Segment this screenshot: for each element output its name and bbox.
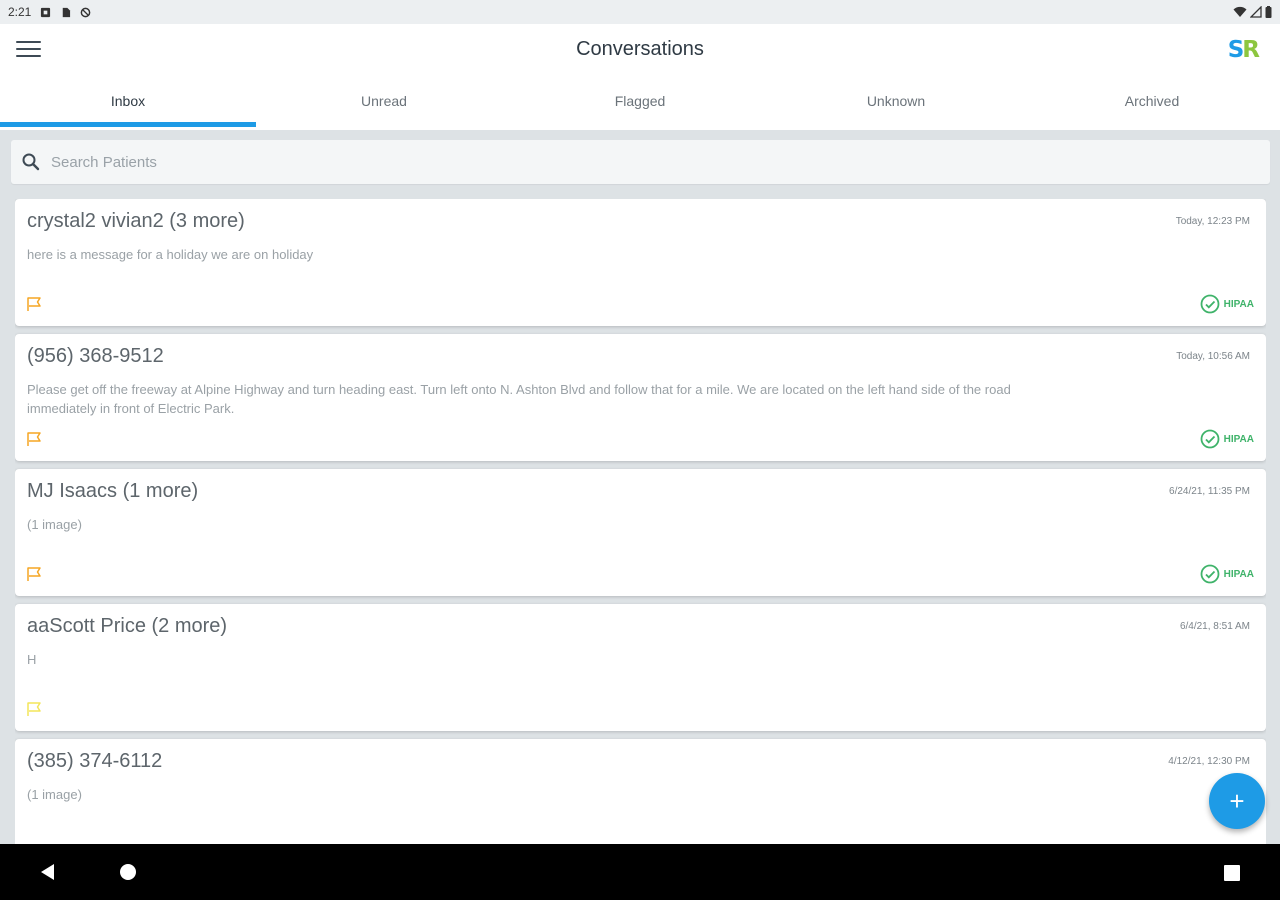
hipaa-badge: HIPAA: [1200, 429, 1254, 449]
search-icon: [22, 153, 40, 171]
conversation-name: (385) 374-6112: [27, 750, 163, 772]
flag-icon[interactable]: [26, 566, 46, 582]
tab-archived[interactable]: Archived: [1024, 76, 1280, 130]
conversation-name: aaScott Price (2 more): [27, 615, 228, 637]
search-bar: [11, 140, 1270, 184]
back-icon[interactable]: [38, 862, 56, 882]
flag-icon[interactable]: [26, 701, 46, 717]
check-circle-icon: [1200, 564, 1220, 584]
app-logo: SR: [1227, 37, 1260, 63]
conversation-list: crystal2 vivian2 (3 more) Today, 12:23 P…: [15, 199, 1266, 844]
conversation-time: 6/24/21, 11:35 PM: [1169, 486, 1250, 497]
hipaa-label: HIPAA: [1223, 568, 1254, 580]
flag-icon[interactable]: [26, 296, 46, 312]
flag-icon[interactable]: [26, 431, 46, 447]
conversation-preview: (1 image): [27, 787, 82, 802]
conversation-time: Today, 10:56 AM: [1176, 351, 1250, 362]
page-title: Conversations: [576, 38, 704, 60]
conversation-name: crystal2 vivian2 (3 more): [27, 210, 245, 232]
hipaa-label: HIPAA: [1223, 433, 1254, 445]
check-circle-icon: [1200, 294, 1220, 314]
battery-icon: [1265, 6, 1272, 18]
system-nav-bar: [0, 844, 1280, 900]
status-bar: 2:21: [0, 0, 1280, 24]
plus-icon: +: [1229, 786, 1245, 816]
notification-icon: [41, 7, 51, 17]
conversation-card[interactable]: MJ Isaacs (1 more) 6/24/21, 11:35 PM (1 …: [15, 469, 1266, 596]
app-bar: Conversations SR: [0, 24, 1280, 76]
conversation-preview: here is a message for a holiday we are o…: [27, 247, 314, 262]
conversation-card[interactable]: crystal2 vivian2 (3 more) Today, 12:23 P…: [15, 199, 1266, 326]
status-time: 2:21: [8, 5, 32, 19]
tab-flagged[interactable]: Flagged: [512, 76, 768, 130]
hipaa-label: HIPAA: [1223, 298, 1254, 310]
conversation-time: 4/12/21, 12:30 PM: [1168, 756, 1250, 767]
conversation-preview: H: [27, 652, 37, 667]
hipaa-badge: HIPAA: [1200, 564, 1254, 584]
conversation-card[interactable]: (956) 368-9512 Today, 10:56 AM Please ge…: [15, 334, 1266, 461]
active-tab-indicator: [0, 122, 256, 127]
check-circle-icon: [1200, 429, 1220, 449]
signal-icon: [1250, 6, 1262, 18]
hipaa-badge: HIPAA: [1200, 294, 1254, 314]
conversation-name: (956) 368-9512: [27, 345, 164, 367]
conversation-preview: Please get off the freeway at Alpine Hig…: [27, 382, 1011, 416]
tab-unread[interactable]: Unread: [256, 76, 512, 130]
new-conversation-button[interactable]: +: [1209, 773, 1265, 829]
recents-icon[interactable]: [1224, 865, 1240, 881]
conversation-time: Today, 12:23 PM: [1175, 216, 1250, 227]
data-saver-icon: [81, 7, 91, 17]
conversation-card[interactable]: (385) 374-6112 4/12/21, 12:30 PM (1 imag…: [15, 739, 1266, 844]
conversation-preview: (1 image): [27, 517, 82, 532]
conversation-time: 6/4/21, 8:51 AM: [1179, 621, 1250, 632]
sd-card-icon: [63, 7, 71, 17]
search-input[interactable]: [51, 153, 651, 171]
home-icon[interactable]: [120, 864, 136, 880]
conversation-name: MJ Isaacs (1 more): [27, 480, 199, 502]
conversation-card[interactable]: aaScott Price (2 more) 6/4/21, 8:51 AM H: [15, 604, 1266, 731]
wifi-icon: [1233, 6, 1247, 17]
tab-unknown[interactable]: Unknown: [768, 76, 1024, 130]
